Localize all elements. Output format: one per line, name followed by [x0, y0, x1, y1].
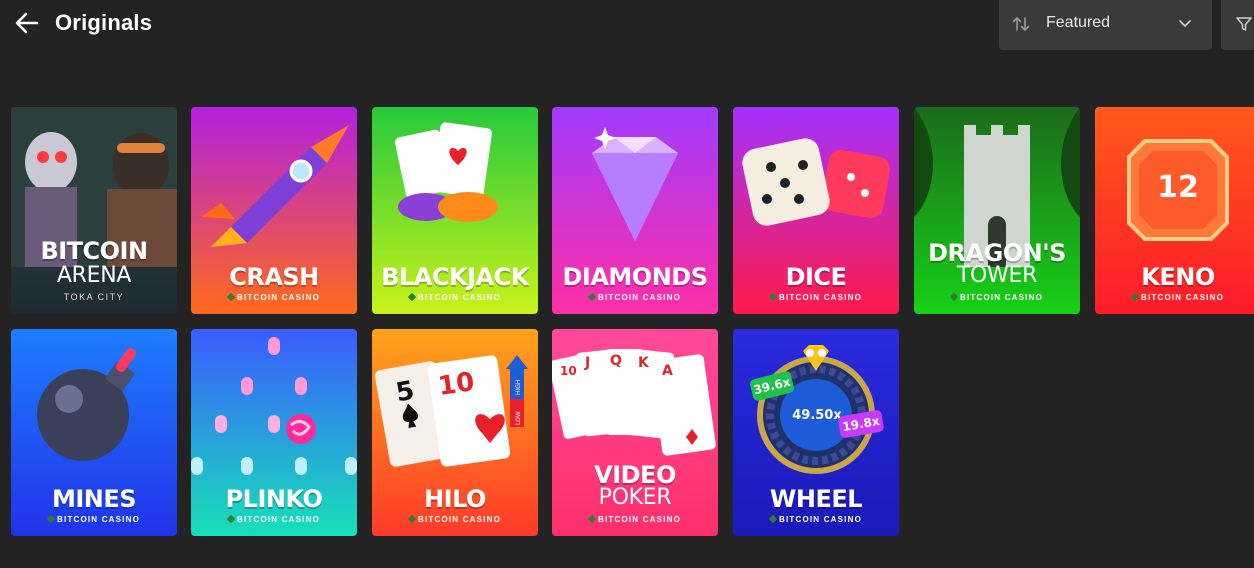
brand-label: BITCOIN CASINO [191, 292, 357, 302]
brand-logo-icon [407, 514, 417, 524]
brand-label: BITCOIN CASINO [552, 514, 718, 524]
game-subtitle: TOKA CITY [63, 292, 125, 302]
brand-logo-icon [1130, 292, 1140, 302]
game-card-wheel[interactable]: 39.6x 49.50x 19.8x WHEEL BITCOIN CASINO [733, 329, 899, 536]
hilo-cards-icon: 5 10 HIGH LOW [374, 355, 528, 467]
brand-text: BITCOIN CASINO [959, 293, 1044, 302]
game-card-video-poker[interactable]: 10 J Q K A VIDEO POKER BITCOIN CASINO [552, 329, 718, 536]
back-button[interactable] [12, 8, 42, 38]
poker-card-4: K [638, 355, 650, 371]
hilo-low-label: LOW [515, 411, 522, 425]
wheel-icon: 39.6x 49.50x 19.8x [750, 345, 884, 474]
brand-text: BITCOIN CASINO [778, 293, 863, 302]
brand-text: BITCOIN CASINO [1140, 293, 1225, 302]
arrow-left-icon [15, 12, 39, 34]
poker-card-5: A [662, 363, 673, 379]
game-card-dragons-tower[interactable]: DRAGON'S TOWER BITCOIN CASINO [914, 107, 1080, 314]
brand-text: BITCOIN CASINO [56, 515, 141, 524]
keno-tile-icon: 12 [1127, 139, 1229, 241]
brand-text: BITCOIN CASINO [417, 515, 502, 524]
brand-text: BITCOIN CASINO [236, 515, 321, 524]
brand-label: BITCOIN CASINO [1095, 292, 1254, 302]
sort-icon [1012, 17, 1030, 31]
game-name-line2: TOWER [956, 263, 1038, 288]
brand-logo-icon [226, 292, 236, 302]
brand-logo-icon [768, 292, 778, 302]
wheel-multiplier-2: 49.50x [792, 408, 842, 423]
brand-logo-icon [407, 292, 417, 302]
game-name: BITCOIN [40, 237, 148, 265]
brand-label: BITCOIN CASINO [733, 292, 899, 302]
page-title: Originals [55, 10, 153, 35]
game-name-line2: POKER [598, 485, 672, 510]
brand-text: BITCOIN CASINO [417, 293, 502, 302]
dice-icon [742, 138, 891, 226]
game-name: DIAMONDS [562, 263, 708, 291]
game-card-bitcoin-arena[interactable]: BITCOIN ARENA TOKA CITY [11, 107, 177, 314]
hilo-card2-rank: 10 [436, 367, 476, 402]
hilo-high-label: HIGH [515, 380, 522, 395]
brand-label: BITCOIN CASINO [914, 292, 1080, 302]
game-name: WHEEL [769, 485, 863, 513]
game-card-blackjack[interactable]: BLACKJACK BITCOIN CASINO [372, 107, 538, 314]
brand-label: BITCOIN CASINO [11, 514, 177, 524]
game-name: MINES [51, 485, 137, 513]
game-card-crash[interactable]: CRASH BITCOIN CASINO [191, 107, 357, 314]
brand-text: BITCOIN CASINO [778, 515, 863, 524]
poker-card-1: 10 [560, 364, 577, 378]
chevron-down-icon [1179, 20, 1191, 27]
brand-logo-icon [587, 514, 597, 524]
game-name: BLACKJACK [381, 263, 529, 291]
keno-number: 12 [1157, 170, 1199, 205]
brand-logo-icon [226, 514, 236, 524]
game-name-line2: ARENA [56, 263, 132, 288]
game-card-hilo[interactable]: 5 10 HIGH LOW HILO BITCOIN CASINO [372, 329, 538, 536]
poker-card-3: Q [610, 353, 622, 369]
game-card-diamonds[interactable]: DIAMONDS BITCOIN CASINO [552, 107, 718, 314]
brand-logo-icon [949, 292, 959, 302]
cards-chips-icon [394, 122, 498, 222]
game-name: PLINKO [225, 485, 323, 513]
diamond-icon [592, 127, 678, 241]
game-name: DICE [785, 263, 847, 291]
brand-text: BITCOIN CASINO [597, 515, 682, 524]
brand-label: BITCOIN CASINO [191, 514, 357, 524]
game-card-mines[interactable]: MINES BITCOIN CASINO [11, 329, 177, 536]
page-header: Originals Featured [0, 0, 1254, 50]
rocket-icon [201, 125, 349, 247]
brand-logo-icon [46, 514, 56, 524]
poker-card-2: J [584, 355, 590, 371]
game-name: CRASH [229, 263, 319, 291]
game-card-dice[interactable]: DICE BITCOIN CASINO [733, 107, 899, 314]
bomb-icon [37, 348, 136, 461]
filter-button[interactable] [1221, 0, 1254, 50]
game-name: HILO [424, 485, 486, 513]
brand-label: BITCOIN CASINO [372, 514, 538, 524]
game-card-plinko[interactable]: PLINKO BITCOIN CASINO [191, 329, 357, 536]
brand-label: BITCOIN CASINO [372, 292, 538, 302]
game-name: KENO [1141, 263, 1215, 291]
game-card-keno[interactable]: 12 KENO BITCOIN CASINO [1095, 107, 1254, 314]
sort-select[interactable]: Featured [999, 0, 1212, 50]
filter-icon [1236, 17, 1252, 31]
plinko-pegs-icon [191, 337, 357, 475]
brand-text: BITCOIN CASINO [236, 293, 321, 302]
brand-label: BITCOIN CASINO [733, 514, 899, 524]
brand-logo-icon [587, 292, 597, 302]
brand-label: BITCOIN CASINO [552, 292, 718, 302]
brand-text: BITCOIN CASINO [597, 293, 682, 302]
brand-logo-icon [768, 514, 778, 524]
sort-selected-value: Featured [1046, 14, 1111, 31]
